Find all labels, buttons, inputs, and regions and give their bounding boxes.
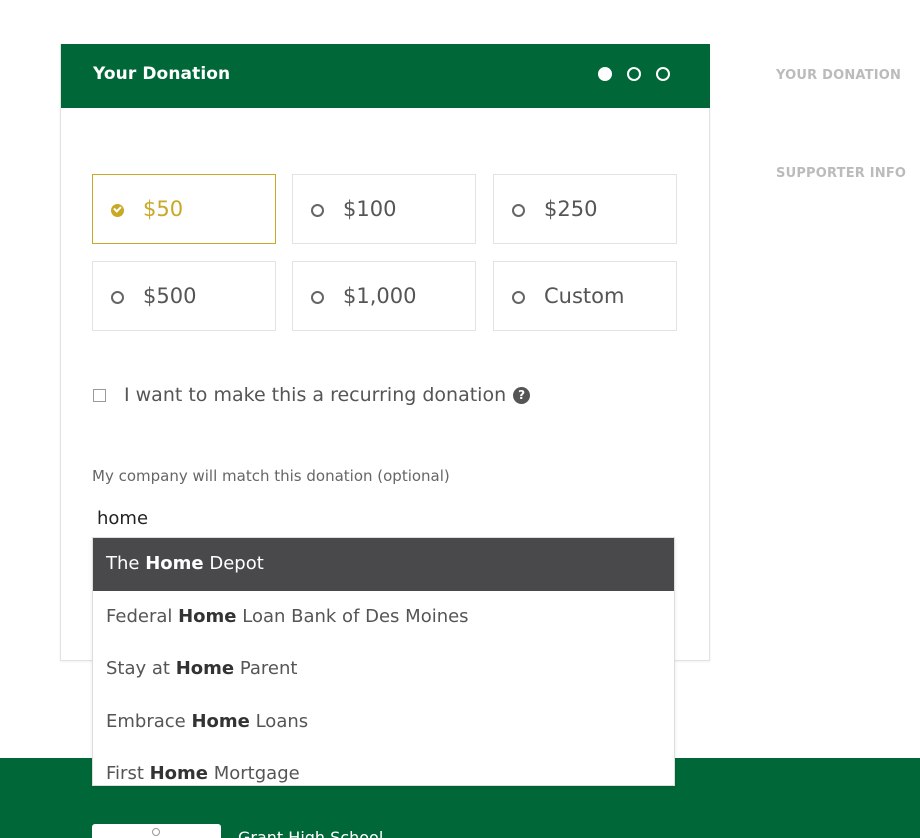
suggestion-suffix: Loans — [249, 710, 309, 732]
question-circle-icon[interactable]: ? — [513, 386, 531, 404]
suggestion-item[interactable]: Stay at Home Parent — [93, 643, 674, 696]
company-match-label: My company will match this donation (opt… — [92, 467, 450, 485]
suggestion-match: Home — [175, 658, 235, 679]
suggestion-item[interactable]: The Home Depot — [93, 538, 674, 591]
suggestion-item[interactable]: First Home Mortgage — [93, 748, 674, 785]
amount-option-custom[interactable]: Custom — [493, 261, 677, 331]
suggestion-prefix: The — [106, 553, 146, 574]
sidebar-step-your-donation[interactable]: YOUR DONATION — [776, 68, 901, 83]
amount-label: Custom — [544, 284, 625, 308]
suggestion-match: Home — [191, 710, 250, 732]
card-title: Your Donation — [93, 64, 231, 84]
amount-option-1000[interactable]: $1,000 — [292, 261, 476, 331]
suggestion-match: Home — [145, 553, 204, 574]
amount-label: $100 — [343, 197, 397, 221]
company-match-input[interactable] — [92, 503, 675, 533]
suggestion-prefix: First — [106, 763, 150, 784]
amount-label: $500 — [143, 284, 197, 308]
radio-circle-icon — [111, 291, 124, 304]
radio-circle-icon — [512, 204, 525, 217]
step-dot-3 — [656, 67, 670, 81]
suggestion-suffix: Parent — [234, 658, 298, 679]
suggestion-item[interactable]: Federal Home Loan Bank of Des Moines — [93, 591, 674, 644]
radio-circle-icon — [512, 291, 525, 304]
suggestion-suffix: Mortgage — [208, 763, 300, 784]
amount-option-100[interactable]: $100 — [292, 174, 476, 244]
amount-label: $250 — [544, 197, 598, 221]
suggestion-match: Home — [149, 763, 209, 784]
check-circle-icon — [111, 204, 124, 217]
suggestion-prefix: Federal — [106, 605, 179, 627]
amount-option-50[interactable]: $50 — [92, 174, 276, 244]
step-dot-1 — [598, 67, 612, 81]
company-suggestions-dropdown: The Home Depot Federal Home Loan Bank of… — [92, 537, 675, 786]
recurring-checkbox[interactable] — [93, 388, 106, 402]
school-logo — [92, 824, 221, 838]
amount-option-500[interactable]: $500 — [92, 261, 276, 331]
donation-page: Your Donation $50 $100 $250 $500 $1,000 … — [0, 0, 920, 838]
suggestion-suffix: Depot — [203, 553, 264, 574]
suggestion-prefix: Stay at — [106, 658, 176, 679]
logo-mark-icon — [152, 828, 160, 836]
recurring-label[interactable]: I want to make this a recurring donation — [124, 384, 506, 406]
sidebar-step-supporter-info[interactable]: SUPPORTER INFO — [776, 166, 906, 181]
recurring-option: I want to make this a recurring donation… — [92, 382, 531, 408]
amount-label: $50 — [143, 197, 184, 221]
card-header: Your Donation — [61, 44, 710, 108]
amount-option-250[interactable]: $250 — [493, 174, 677, 244]
footer-org-name: Grant High School — [238, 828, 384, 838]
radio-circle-icon — [311, 291, 324, 304]
radio-circle-icon — [311, 204, 324, 217]
suggestion-suffix: Loan Bank of Des Moines — [236, 605, 469, 627]
step-indicator — [598, 67, 670, 81]
suggestion-prefix: Embrace — [106, 710, 192, 732]
amount-label: $1,000 — [343, 284, 417, 308]
suggestion-match: Home — [178, 605, 237, 627]
suggestion-item[interactable]: Embrace Home Loans — [93, 696, 674, 749]
step-dot-2 — [627, 67, 641, 81]
